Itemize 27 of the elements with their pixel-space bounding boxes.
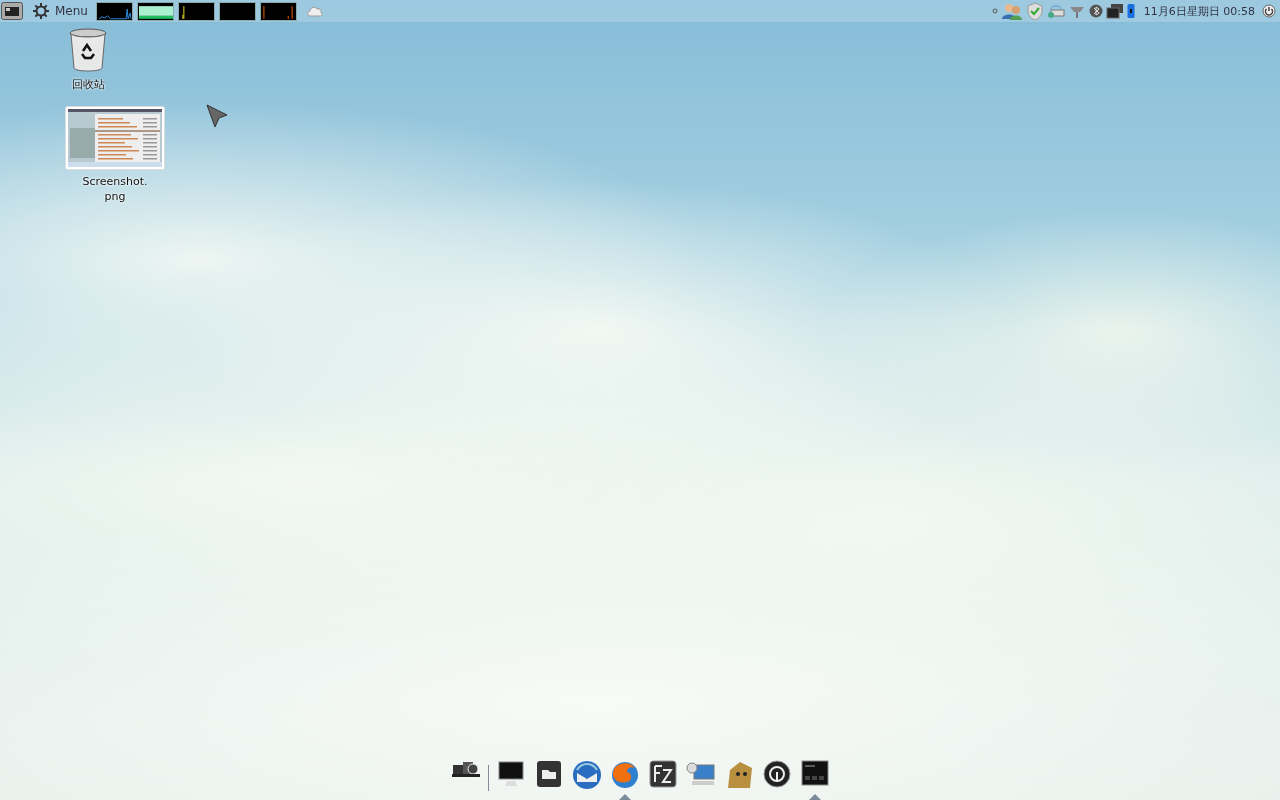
users-icon[interactable] bbox=[1000, 2, 1023, 20]
system-monitor-graph bbox=[136, 1, 174, 21]
ftp-icon[interactable] bbox=[648, 760, 677, 788]
browser-icon[interactable] bbox=[609, 760, 640, 790]
icon-label: 回收站 bbox=[70, 77, 106, 92]
menu-button[interactable]: Menu bbox=[33, 3, 88, 19]
system-monitor-graph bbox=[95, 1, 133, 21]
icon-label: Screenshot.png bbox=[81, 174, 149, 204]
system-monitor-graph bbox=[177, 1, 215, 21]
battery-icon[interactable] bbox=[1126, 3, 1135, 19]
clock[interactable]: 11月6日星期日 00:58 bbox=[1143, 3, 1255, 19]
dot-icon[interactable] bbox=[991, 8, 998, 14]
files-icon[interactable] bbox=[535, 760, 562, 788]
image-thumbnail[interactable] bbox=[65, 106, 165, 170]
bluetooth-icon[interactable] bbox=[1088, 4, 1103, 18]
power-icon[interactable] bbox=[1262, 4, 1276, 18]
gear-icon bbox=[33, 3, 49, 19]
music-icon[interactable] bbox=[762, 760, 791, 788]
terminal-icon[interactable] bbox=[800, 760, 829, 786]
trash-icon[interactable] bbox=[68, 27, 108, 73]
system-monitor-graph bbox=[259, 1, 297, 21]
system-monitor-graph bbox=[218, 1, 256, 21]
pointer-icon bbox=[205, 103, 229, 129]
windows-icon[interactable] bbox=[1105, 3, 1124, 19]
computer-icon[interactable] bbox=[685, 760, 716, 788]
show-desktop-icon[interactable] bbox=[1, 2, 23, 20]
mail-icon[interactable] bbox=[571, 760, 602, 790]
